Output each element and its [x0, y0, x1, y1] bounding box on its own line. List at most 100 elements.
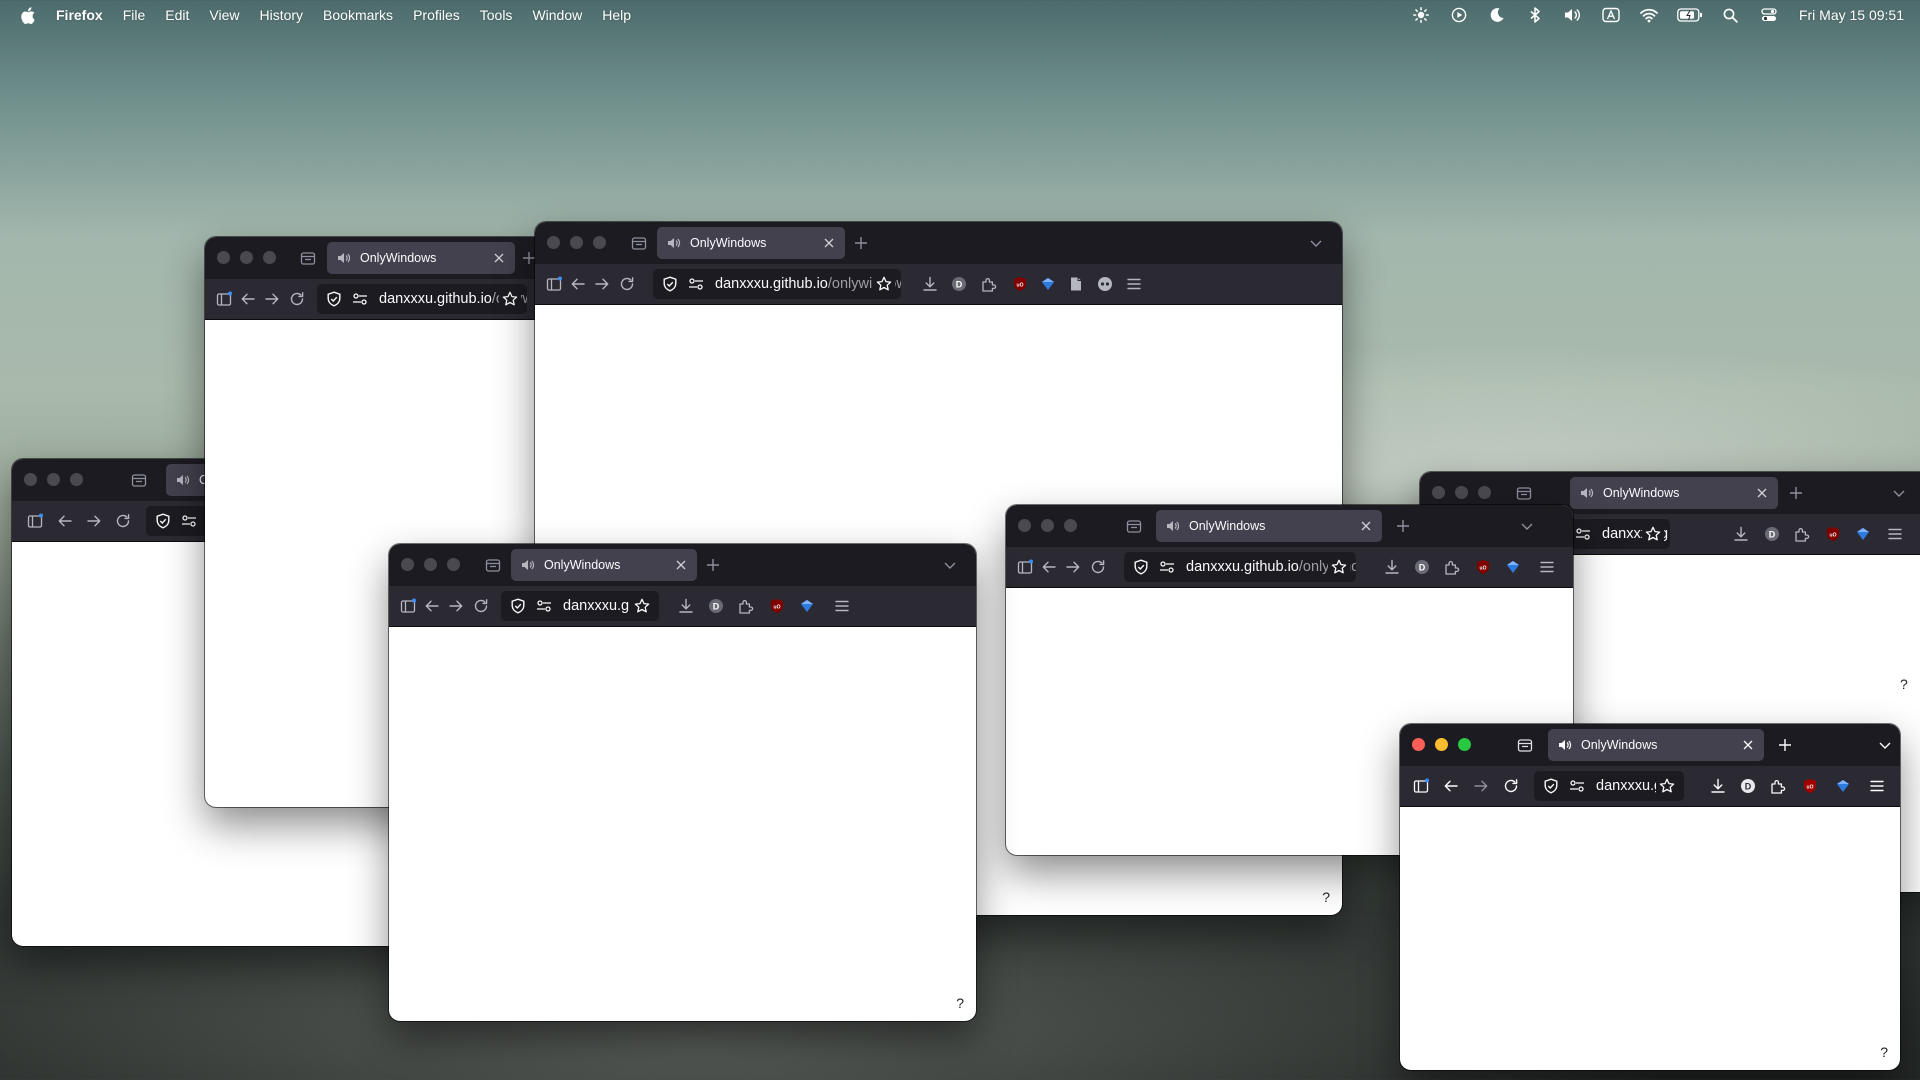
extensions-puzzle-icon[interactable]: [1791, 523, 1813, 545]
help-question-mark[interactable]: ?: [1880, 1044, 1888, 1060]
zoom-window-button[interactable]: [593, 236, 606, 249]
menu-edit[interactable]: Edit: [165, 7, 189, 23]
apple-menu-icon[interactable]: [20, 6, 36, 24]
bookmark-star-icon[interactable]: [499, 288, 521, 310]
blue-extension-icon[interactable]: [1037, 273, 1059, 295]
new-tab-icon[interactable]: [1774, 734, 1796, 756]
speaker-icon[interactable]: [1166, 518, 1182, 534]
speaker-icon[interactable]: [1558, 737, 1574, 753]
bookmark-star-icon[interactable]: [631, 595, 653, 617]
sidebar-icon[interactable]: [543, 273, 565, 295]
brightness-icon[interactable]: [1411, 5, 1431, 25]
hamburger-menu-icon[interactable]: [1884, 523, 1906, 545]
tab-overview-icon[interactable]: [128, 469, 150, 491]
bookmark-star-icon[interactable]: [1642, 523, 1664, 545]
reload-icon[interactable]: [616, 273, 638, 295]
browser-tab[interactable]: OnlyWindows: [327, 242, 515, 274]
battery-icon[interactable]: [1677, 5, 1703, 25]
minimize-window-button[interactable]: [1455, 486, 1468, 499]
sidebar-icon[interactable]: [213, 288, 235, 310]
bookmark-star-icon[interactable]: [1328, 556, 1350, 578]
zoom-window-button[interactable]: [1478, 486, 1491, 499]
close-window-button[interactable]: [401, 558, 414, 571]
list-all-tabs-chevron-icon[interactable]: [1874, 734, 1896, 756]
close-tab-icon[interactable]: [491, 250, 507, 266]
downloads-icon[interactable]: [1381, 556, 1403, 578]
tracking-protection-icon[interactable]: [507, 595, 529, 617]
hamburger-menu-icon[interactable]: [1123, 273, 1145, 295]
bookmark-star-icon[interactable]: [873, 273, 895, 295]
blue-extension-icon[interactable]: [1502, 556, 1524, 578]
extensions-puzzle-icon[interactable]: [735, 595, 757, 617]
back-arrow-icon[interactable]: [567, 273, 589, 295]
input-source-icon[interactable]: [1601, 5, 1621, 25]
browser-tab[interactable]: OnlyWindows: [511, 549, 697, 581]
back-arrow-icon[interactable]: [421, 595, 443, 617]
close-window-button[interactable]: [24, 473, 37, 486]
url-bar[interactable]: danxxxu.g: [1534, 771, 1684, 801]
tab-overview-icon[interactable]: [1513, 482, 1535, 504]
sidebar-icon[interactable]: [397, 595, 419, 617]
ublock-origin-icon[interactable]: uO: [1472, 556, 1494, 578]
menu-window[interactable]: Window: [532, 7, 582, 23]
close-tab-icon[interactable]: [1740, 737, 1756, 753]
forward-arrow-icon[interactable]: [1470, 775, 1492, 797]
sidebar-icon[interactable]: [24, 510, 46, 532]
minimize-window-button[interactable]: [1435, 738, 1448, 751]
close-tab-icon[interactable]: [821, 235, 837, 251]
forward-arrow-icon[interactable]: [83, 510, 105, 532]
tab-overview-icon[interactable]: [482, 554, 504, 576]
close-window-button[interactable]: [217, 251, 230, 264]
ublock-origin-icon[interactable]: uO: [1009, 273, 1031, 295]
menu-help[interactable]: Help: [602, 7, 631, 23]
close-tab-icon[interactable]: [1358, 518, 1374, 534]
extension-d-icon[interactable]: D: [1761, 523, 1783, 545]
help-question-mark[interactable]: ?: [1322, 889, 1330, 905]
hamburger-menu-icon[interactable]: [1536, 556, 1558, 578]
site-permissions-icon[interactable]: [349, 288, 371, 310]
list-all-tabs-chevron-icon[interactable]: [1516, 515, 1538, 537]
minimize-window-button[interactable]: [240, 251, 253, 264]
close-window-button[interactable]: [547, 236, 560, 249]
forward-arrow-icon[interactable]: [591, 273, 613, 295]
extension-d-icon[interactable]: D: [705, 595, 727, 617]
site-permissions-icon[interactable]: [533, 595, 555, 617]
downloads-icon[interactable]: [1707, 775, 1729, 797]
close-window-button[interactable]: [1018, 519, 1031, 532]
ublock-origin-icon[interactable]: uO: [766, 595, 788, 617]
menubar-clock[interactable]: Fri May 15 09:51: [1799, 7, 1904, 23]
play-icon[interactable]: [1449, 5, 1469, 25]
new-tab-icon[interactable]: [1785, 482, 1807, 504]
sidebar-icon[interactable]: [1014, 556, 1036, 578]
site-permissions-icon[interactable]: [685, 273, 707, 295]
extensions-puzzle-icon[interactable]: [1767, 775, 1789, 797]
speaker-icon[interactable]: [521, 557, 537, 573]
downloads-icon[interactable]: [919, 273, 941, 295]
tab-overview-icon[interactable]: [1514, 734, 1536, 756]
reload-icon[interactable]: [112, 510, 134, 532]
site-permissions-icon[interactable]: [1572, 523, 1594, 545]
help-question-mark[interactable]: ?: [956, 995, 964, 1011]
forward-arrow-icon[interactable]: [1062, 556, 1084, 578]
zoom-window-button[interactable]: [1458, 738, 1471, 751]
ublock-origin-icon[interactable]: uO: [1822, 523, 1844, 545]
hamburger-menu-icon[interactable]: [831, 595, 853, 617]
sidebar-icon[interactable]: [1410, 775, 1432, 797]
zoom-window-button[interactable]: [447, 558, 460, 571]
extension-d-icon[interactable]: D: [948, 273, 970, 295]
search-icon[interactable]: [1721, 5, 1741, 25]
menu-history[interactable]: History: [259, 7, 303, 23]
help-question-mark[interactable]: ?: [1900, 676, 1908, 692]
moon-icon[interactable]: [1487, 5, 1507, 25]
new-tab-icon[interactable]: [1392, 515, 1414, 537]
back-arrow-icon[interactable]: [1038, 556, 1060, 578]
speaker-icon[interactable]: [667, 235, 683, 251]
reload-icon[interactable]: [470, 595, 492, 617]
url-bar[interactable]: danxxxu.github.io/onlywindows: [653, 269, 901, 299]
menu-tools[interactable]: Tools: [480, 7, 513, 23]
tab-overview-icon[interactable]: [1123, 515, 1145, 537]
downloads-icon[interactable]: [675, 595, 697, 617]
downloads-icon[interactable]: [1730, 523, 1752, 545]
zoom-window-button[interactable]: [263, 251, 276, 264]
tracking-protection-icon[interactable]: [659, 273, 681, 295]
